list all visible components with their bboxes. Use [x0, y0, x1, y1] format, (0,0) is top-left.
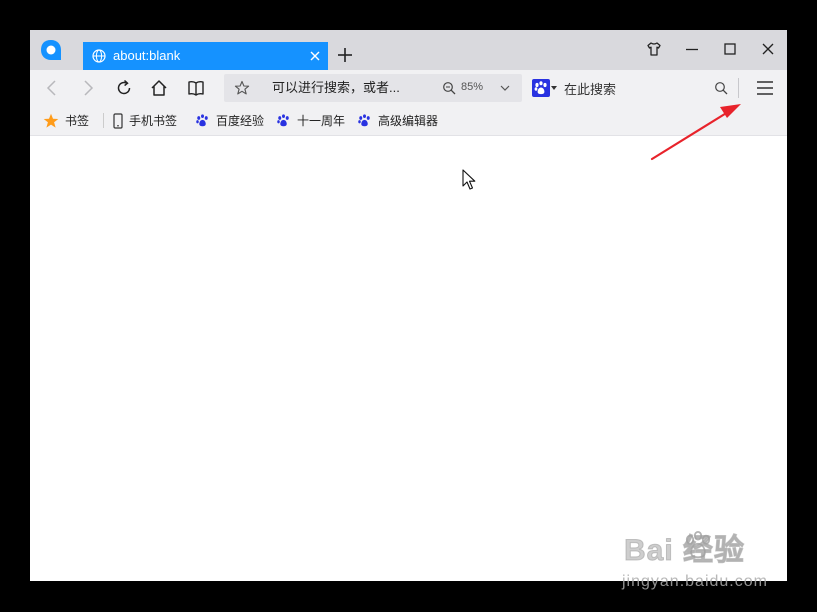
minimize-icon[interactable]: [684, 41, 700, 57]
bookmarks-bar: 书签 手机书签 百度经验 十一周年 高级编辑器: [30, 106, 787, 136]
baidu-paw-icon: [277, 114, 289, 127]
search-box[interactable]: 在此搜索: [528, 74, 740, 102]
tab-about-blank[interactable]: about:blank: [83, 42, 328, 70]
star-icon: [43, 113, 59, 128]
navigation-toolbar: 可以进行搜索，或者... 85% 在此搜索: [30, 70, 787, 106]
address-bar[interactable]: 可以进行搜索，或者... 85%: [224, 74, 522, 102]
address-text[interactable]: 可以进行搜索，或者...: [272, 79, 400, 97]
search-placeholder[interactable]: 在此搜索: [564, 79, 616, 98]
skin-shirt-icon[interactable]: [646, 41, 662, 57]
page-content-area[interactable]: [30, 136, 787, 581]
refresh-icon[interactable]: [115, 79, 133, 97]
browser-logo-icon[interactable]: [40, 39, 62, 61]
search-icon[interactable]: [714, 81, 728, 95]
bookmark-label: 书签: [65, 114, 90, 128]
globe-icon: [92, 49, 106, 63]
forward-arrow-icon[interactable]: [79, 79, 97, 97]
tab-title: about:blank: [113, 48, 181, 63]
bookmark-item-bookmarks[interactable]: 书签: [43, 106, 89, 135]
browser-window: about:blank 可以进行搜索，或者... 85% 在此搜索 书签 手机书…: [30, 30, 787, 581]
watermark-paw-icon: [685, 530, 711, 559]
bookmark-divider: [103, 113, 104, 128]
bookmark-label: 高级编辑器: [378, 114, 439, 128]
chevron-down-icon[interactable]: [499, 82, 511, 94]
baidu-paw-icon: [196, 114, 208, 127]
home-icon[interactable]: [150, 79, 168, 97]
back-arrow-icon[interactable]: [43, 79, 61, 97]
bookmark-label: 十一周年: [297, 114, 346, 128]
baidu-jingyan-watermark: Bai 经验 jingyan.baidu.com: [618, 525, 788, 597]
engine-dropdown-caret-icon[interactable]: [551, 86, 557, 90]
bookmark-label: 百度经验: [216, 114, 265, 128]
bookmark-item-baidu-jingyan[interactable]: 百度经验: [195, 106, 264, 135]
bookmark-item-advanced-editor[interactable]: 高级编辑器: [357, 106, 438, 135]
phone-icon: [113, 112, 123, 129]
reader-book-icon[interactable]: [187, 79, 205, 97]
bookmark-item-mobile[interactable]: 手机书签: [113, 106, 177, 135]
title-bar: about:blank: [30, 30, 787, 70]
mouse-cursor-icon: [462, 169, 476, 190]
bookmark-star-outline-icon[interactable]: [234, 80, 250, 96]
baidu-paw-icon[interactable]: [532, 79, 550, 97]
hamburger-menu-icon[interactable]: [756, 80, 774, 96]
close-window-icon[interactable]: [760, 41, 776, 57]
bookmark-item-eleventh-anniversary[interactable]: 十一周年: [276, 106, 345, 135]
baidu-paw-icon: [358, 114, 370, 127]
bookmark-label: 手机书签: [129, 114, 178, 128]
toolbar-divider: [738, 78, 739, 98]
new-tab-plus-icon[interactable]: [336, 46, 354, 64]
zoom-magnifier-icon[interactable]: [442, 81, 456, 95]
watermark-url: jingyan.baidu.com: [622, 573, 768, 590]
zoom-level[interactable]: 85%: [461, 81, 483, 93]
close-tab-icon[interactable]: [308, 49, 322, 63]
maximize-icon[interactable]: [722, 41, 738, 57]
